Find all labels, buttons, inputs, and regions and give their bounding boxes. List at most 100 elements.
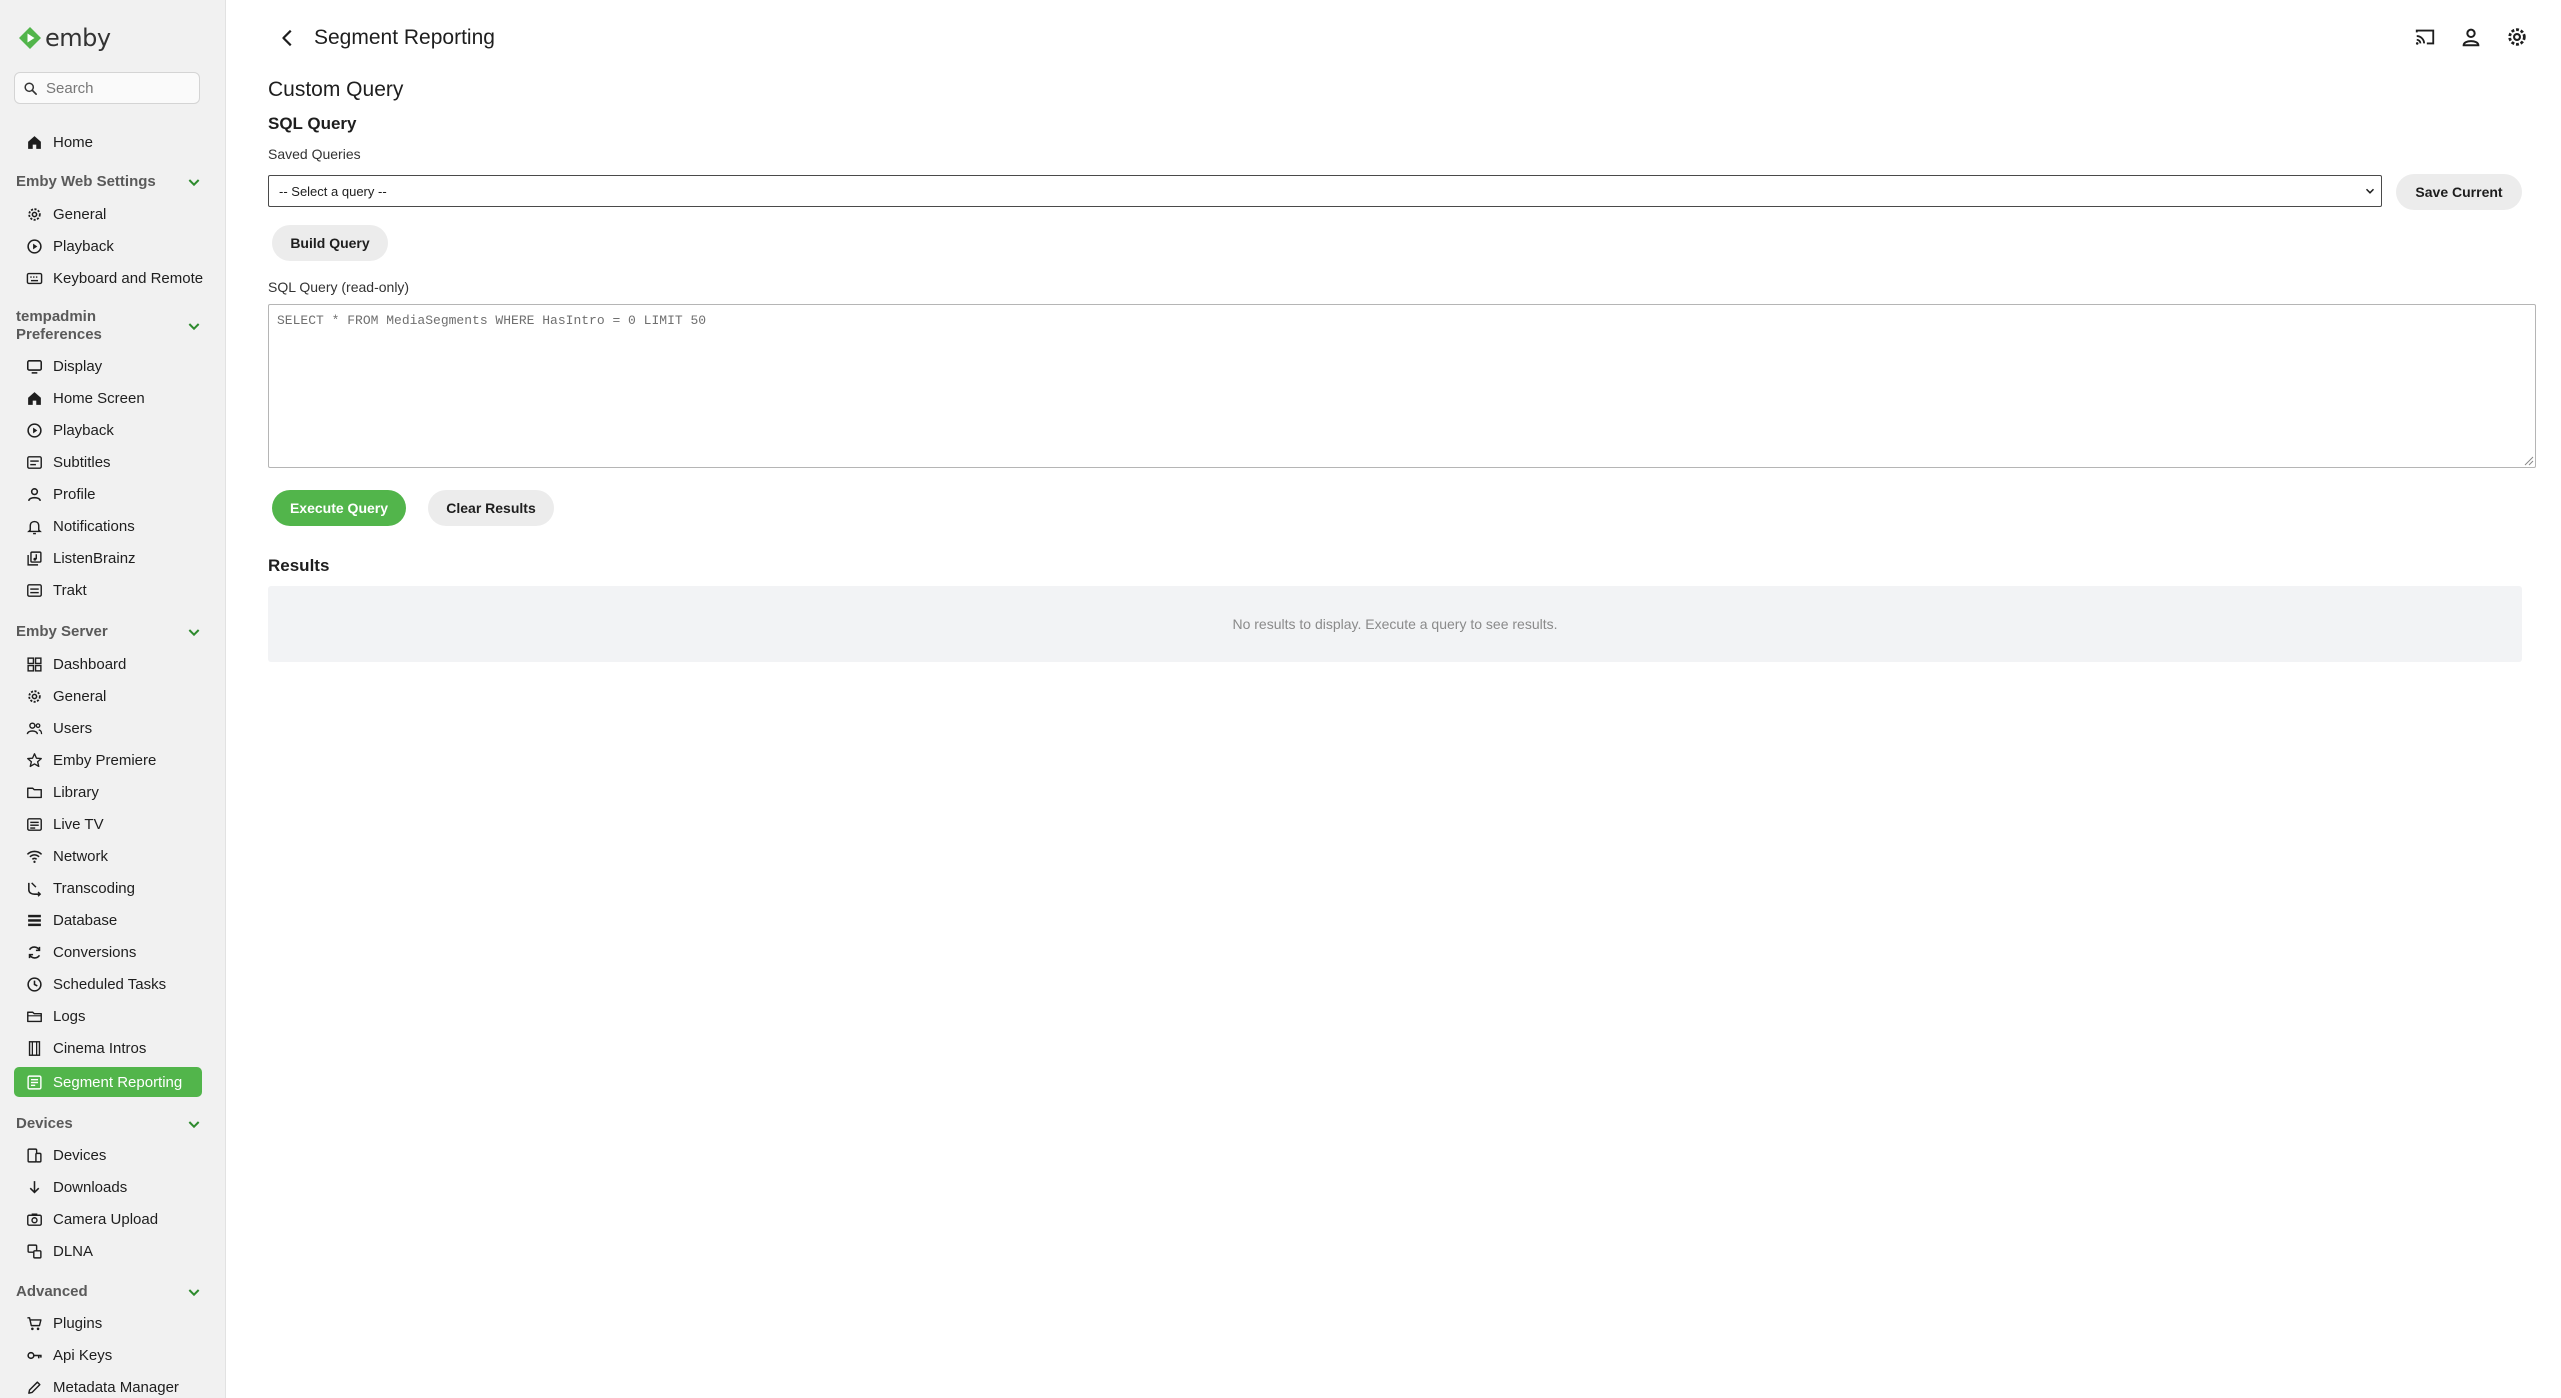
saved-queries-select[interactable]: -- Select a query -- <box>268 175 2382 207</box>
sidebar-item-web-playback[interactable]: Playback <box>14 231 202 261</box>
live-tv-icon <box>27 817 42 831</box>
sidebar-item-listenbrainz[interactable]: ListenBrainz <box>14 543 202 573</box>
sidebar-item-logs[interactable]: Logs <box>14 1001 202 1031</box>
sidebar-item-segment-reporting[interactable]: Segment Reporting <box>14 1067 202 1097</box>
section-emby-web-settings[interactable]: Emby Web Settings <box>16 173 202 191</box>
back-button[interactable] <box>274 24 302 52</box>
sidebar-item-dashboard[interactable]: Dashboard <box>14 649 202 679</box>
play-circle-icon <box>27 422 42 438</box>
section-emby-server[interactable]: Emby Server <box>16 623 202 641</box>
chevron-down-icon[interactable] <box>186 318 202 334</box>
sidebar-item-conversions[interactable]: Conversions <box>14 937 202 967</box>
search-input[interactable] <box>46 79 196 97</box>
folder-icon <box>27 787 42 798</box>
no-results-message: No results to display. Execute a query t… <box>1232 616 1558 632</box>
sidebar-item-camera-upload[interactable]: Camera Upload <box>14 1204 202 1234</box>
page-title: Segment Reporting <box>314 26 495 49</box>
chevron-down-icon[interactable] <box>186 1116 202 1132</box>
monitor-icon <box>26 359 43 374</box>
transcode-icon <box>28 881 42 897</box>
sidebar-item-label: DLNA <box>53 1242 94 1260</box>
sidebar-item-notifications[interactable]: Notifications <box>14 511 202 541</box>
chevron-down-icon[interactable] <box>186 624 202 640</box>
sidebar-item-network[interactable]: Network <box>14 841 202 871</box>
sidebar-item-plugins[interactable]: Plugins <box>14 1308 202 1338</box>
section-title-line1: tempadmin <box>16 308 97 325</box>
sidebar-item-web-general[interactable]: General <box>14 199 202 229</box>
sidebar-item-home[interactable]: Home <box>14 127 202 157</box>
sidebar-item-label: Trakt <box>53 581 87 599</box>
section-preferences[interactable]: tempadmin Preferences <box>16 308 202 344</box>
sidebar-item-server-general[interactable]: General <box>14 681 202 711</box>
sidebar-item-devices[interactable]: Devices <box>14 1140 202 1170</box>
person-icon <box>28 487 41 501</box>
sidebar-item-metadata-manager[interactable]: Metadata Manager <box>14 1372 202 1398</box>
sidebar-item-subtitles[interactable]: Subtitles <box>14 447 202 477</box>
section-devices[interactable]: Devices <box>16 1115 202 1133</box>
sidebar-item-label: Library <box>53 783 99 801</box>
sidebar-item-label: General <box>53 205 107 223</box>
sidebar-item-downloads[interactable]: Downloads <box>14 1172 202 1202</box>
cast-button[interactable] <box>2412 24 2438 50</box>
sidebar-item-transcoding[interactable]: Transcoding <box>14 873 202 903</box>
search-box[interactable] <box>14 72 200 104</box>
sidebar-item-label: Profile <box>53 485 96 503</box>
sidebar-item-label: Home <box>53 133 94 151</box>
chevron-down-icon[interactable] <box>186 174 202 190</box>
sidebar-item-trakt[interactable]: Trakt <box>14 575 202 605</box>
sync-icon <box>28 945 41 959</box>
person-icon <box>2462 28 2480 47</box>
section-title: Emby Server <box>16 623 108 640</box>
sidebar-item-label: Logs <box>53 1007 86 1025</box>
settings-button[interactable] <box>2504 24 2530 50</box>
sidebar-item-library[interactable]: Library <box>14 777 202 807</box>
sidebar-item-label: Subtitles <box>53 453 111 471</box>
execute-query-button[interactable]: Execute Query <box>272 490 406 526</box>
sidebar: emby Home Emby Web Settings General Play… <box>0 0 226 1398</box>
sidebar-item-dlna[interactable]: DLNA <box>14 1236 202 1266</box>
build-query-button[interactable]: Build Query <box>272 225 388 261</box>
sidebar-item-scheduled-tasks[interactable]: Scheduled Tasks <box>14 969 202 999</box>
cart-icon <box>27 1316 42 1330</box>
sidebar-item-display[interactable]: Display <box>14 351 202 381</box>
saved-queries-label: Saved Queries <box>268 146 361 162</box>
sidebar-item-emby-premiere[interactable]: Emby Premiere <box>14 745 202 775</box>
keyboard-icon <box>26 272 43 284</box>
chevron-down-icon[interactable] <box>186 1284 202 1300</box>
library-music-icon <box>27 550 42 566</box>
sidebar-item-label: ListenBrainz <box>53 549 136 567</box>
database-icon <box>28 914 41 926</box>
sidebar-item-live-tv[interactable]: Live TV <box>14 809 202 839</box>
home-icon <box>28 135 41 149</box>
sidebar-item-label: Api Keys <box>53 1346 113 1364</box>
sidebar-item-label: Playback <box>53 237 114 255</box>
resize-grip-icon[interactable] <box>2522 454 2534 466</box>
sidebar-item-label: Cinema Intros <box>53 1039 147 1057</box>
sidebar-item-database[interactable]: Database <box>14 905 202 935</box>
subtitles-icon <box>27 455 42 469</box>
sidebar-item-label: Emby Premiere <box>53 751 157 769</box>
pencil-icon <box>28 1380 41 1394</box>
sidebar-item-users[interactable]: Users <box>14 713 202 743</box>
sidebar-item-cinema-intros[interactable]: Cinema Intros <box>14 1033 202 1063</box>
sidebar-item-label: Home Screen <box>53 389 145 407</box>
sidebar-item-pref-playback[interactable]: Playback <box>14 415 202 445</box>
sql-query-textarea[interactable]: SELECT * FROM MediaSegments WHERE HasInt… <box>268 304 2536 468</box>
arrow-back-icon <box>282 29 292 47</box>
section-advanced[interactable]: Advanced <box>16 1283 202 1301</box>
wifi-icon <box>26 850 43 863</box>
select-value: -- Select a query -- <box>279 183 387 199</box>
sidebar-item-home-screen[interactable]: Home Screen <box>14 383 202 413</box>
user-button[interactable] <box>2458 24 2484 50</box>
sidebar-item-keyboard-remote[interactable]: Keyboard and Remote <box>14 263 203 293</box>
download-icon <box>29 1180 40 1194</box>
sidebar-item-profile[interactable]: Profile <box>14 479 202 509</box>
emby-logo-icon <box>19 27 41 49</box>
star-icon <box>27 752 42 767</box>
save-current-button[interactable]: Save Current <box>2396 174 2522 210</box>
cast-icon <box>2415 29 2435 45</box>
sidebar-item-api-keys[interactable]: Api Keys <box>14 1340 202 1370</box>
clear-results-button[interactable]: Clear Results <box>428 490 554 526</box>
section-title: Devices <box>16 1115 73 1132</box>
emby-logo[interactable]: emby <box>18 24 111 52</box>
